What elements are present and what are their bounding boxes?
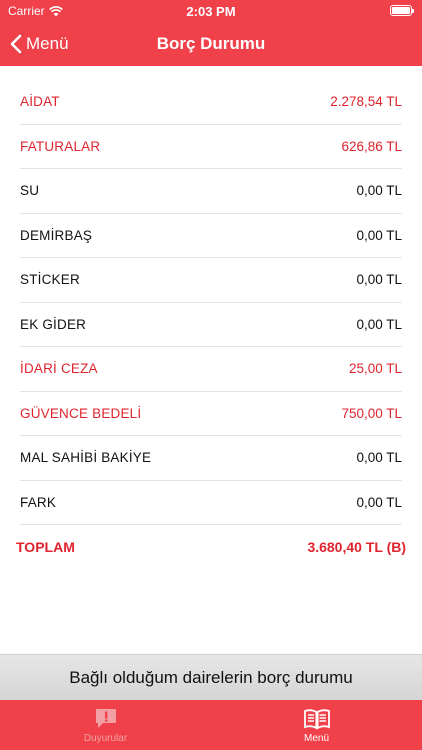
debt-row-guvence-bedeli[interactable]: GÜVENCE BEDELİ 750,00 TL xyxy=(20,392,402,436)
row-label: İDARİ CEZA xyxy=(20,361,98,377)
row-value: 0,00 TL xyxy=(356,227,402,243)
debt-row-demirbas[interactable]: DEMİRBAŞ 0,00 TL xyxy=(20,214,402,258)
debt-row-su[interactable]: SU 0,00 TL xyxy=(20,169,402,214)
debt-row-faturalar[interactable]: FATURALAR 626,86 TL xyxy=(20,125,402,169)
row-value: 0,00 TL xyxy=(356,272,402,288)
announcement-icon xyxy=(95,709,116,728)
status-bar: Carrier 2:03 PM xyxy=(0,0,422,22)
row-value: 626,86 TL xyxy=(341,138,402,154)
tab-duyurular[interactable]: Duyurular xyxy=(0,700,211,750)
debt-row-aidat[interactable]: AİDAT 2.278,54 TL xyxy=(20,80,402,125)
status-time: 2:03 PM xyxy=(186,4,236,19)
row-value: 0,00 TL xyxy=(356,494,402,510)
debt-row-fark[interactable]: FARK 0,00 TL xyxy=(20,481,402,525)
tab-bar: Duyurular Menü xyxy=(0,700,422,750)
row-label: DEMİRBAŞ xyxy=(20,227,93,243)
info-banner[interactable]: Bağlı olduğum dairelerin borç durumu xyxy=(0,654,422,700)
row-value: 2.278,54 TL xyxy=(330,94,402,110)
total-label: TOPLAM xyxy=(16,539,75,555)
top-bar: Carrier 2:03 PM Menü Borç Durumu xyxy=(0,0,422,66)
tab-label: Duyurular xyxy=(83,733,128,744)
banner-text: Bağlı olduğum dairelerin borç durumu xyxy=(69,667,353,687)
debt-row-sticker[interactable]: STİCKER 0,00 TL xyxy=(20,258,402,303)
battery-icon xyxy=(390,5,414,16)
row-value: 25,00 TL xyxy=(348,361,402,377)
tab-label: Menü xyxy=(303,733,329,744)
tab-menu[interactable]: Menü xyxy=(211,700,422,750)
row-value: 0,00 TL xyxy=(356,183,402,199)
row-label: FATURALAR xyxy=(20,138,101,154)
debt-row-ek-gider[interactable]: EK GİDER 0,00 TL xyxy=(20,303,402,347)
row-value: 750,00 TL xyxy=(341,405,402,421)
row-label: AİDAT xyxy=(20,94,60,110)
row-label: EK GİDER xyxy=(20,316,87,332)
debt-row-mal-sahibi-bakiye[interactable]: MAL SAHİBİ BAKİYE 0,00 TL xyxy=(20,436,402,481)
debt-list: AİDAT 2.278,54 TL FATURALAR 626,86 TL SU… xyxy=(0,80,422,525)
book-icon xyxy=(303,709,330,730)
row-label: FARK xyxy=(20,494,57,510)
row-value: 0,00 TL xyxy=(356,316,402,332)
row-label: MAL SAHİBİ BAKİYE xyxy=(20,450,152,466)
row-label: STİCKER xyxy=(20,272,80,288)
row-value: 0,00 TL xyxy=(356,450,402,466)
row-label: SU xyxy=(20,183,40,199)
debt-row-idari-ceza[interactable]: İDARİ CEZA 25,00 TL xyxy=(20,347,402,392)
row-label: GÜVENCE BEDELİ xyxy=(20,405,142,421)
total-row: TOPLAM 3.680,40 TL (B) xyxy=(16,534,406,560)
total-value: 3.680,40 TL (B) xyxy=(307,539,406,555)
navigation-bar: Menü Borç Durumu xyxy=(0,22,422,66)
page-title: Borç Durumu xyxy=(156,34,266,53)
